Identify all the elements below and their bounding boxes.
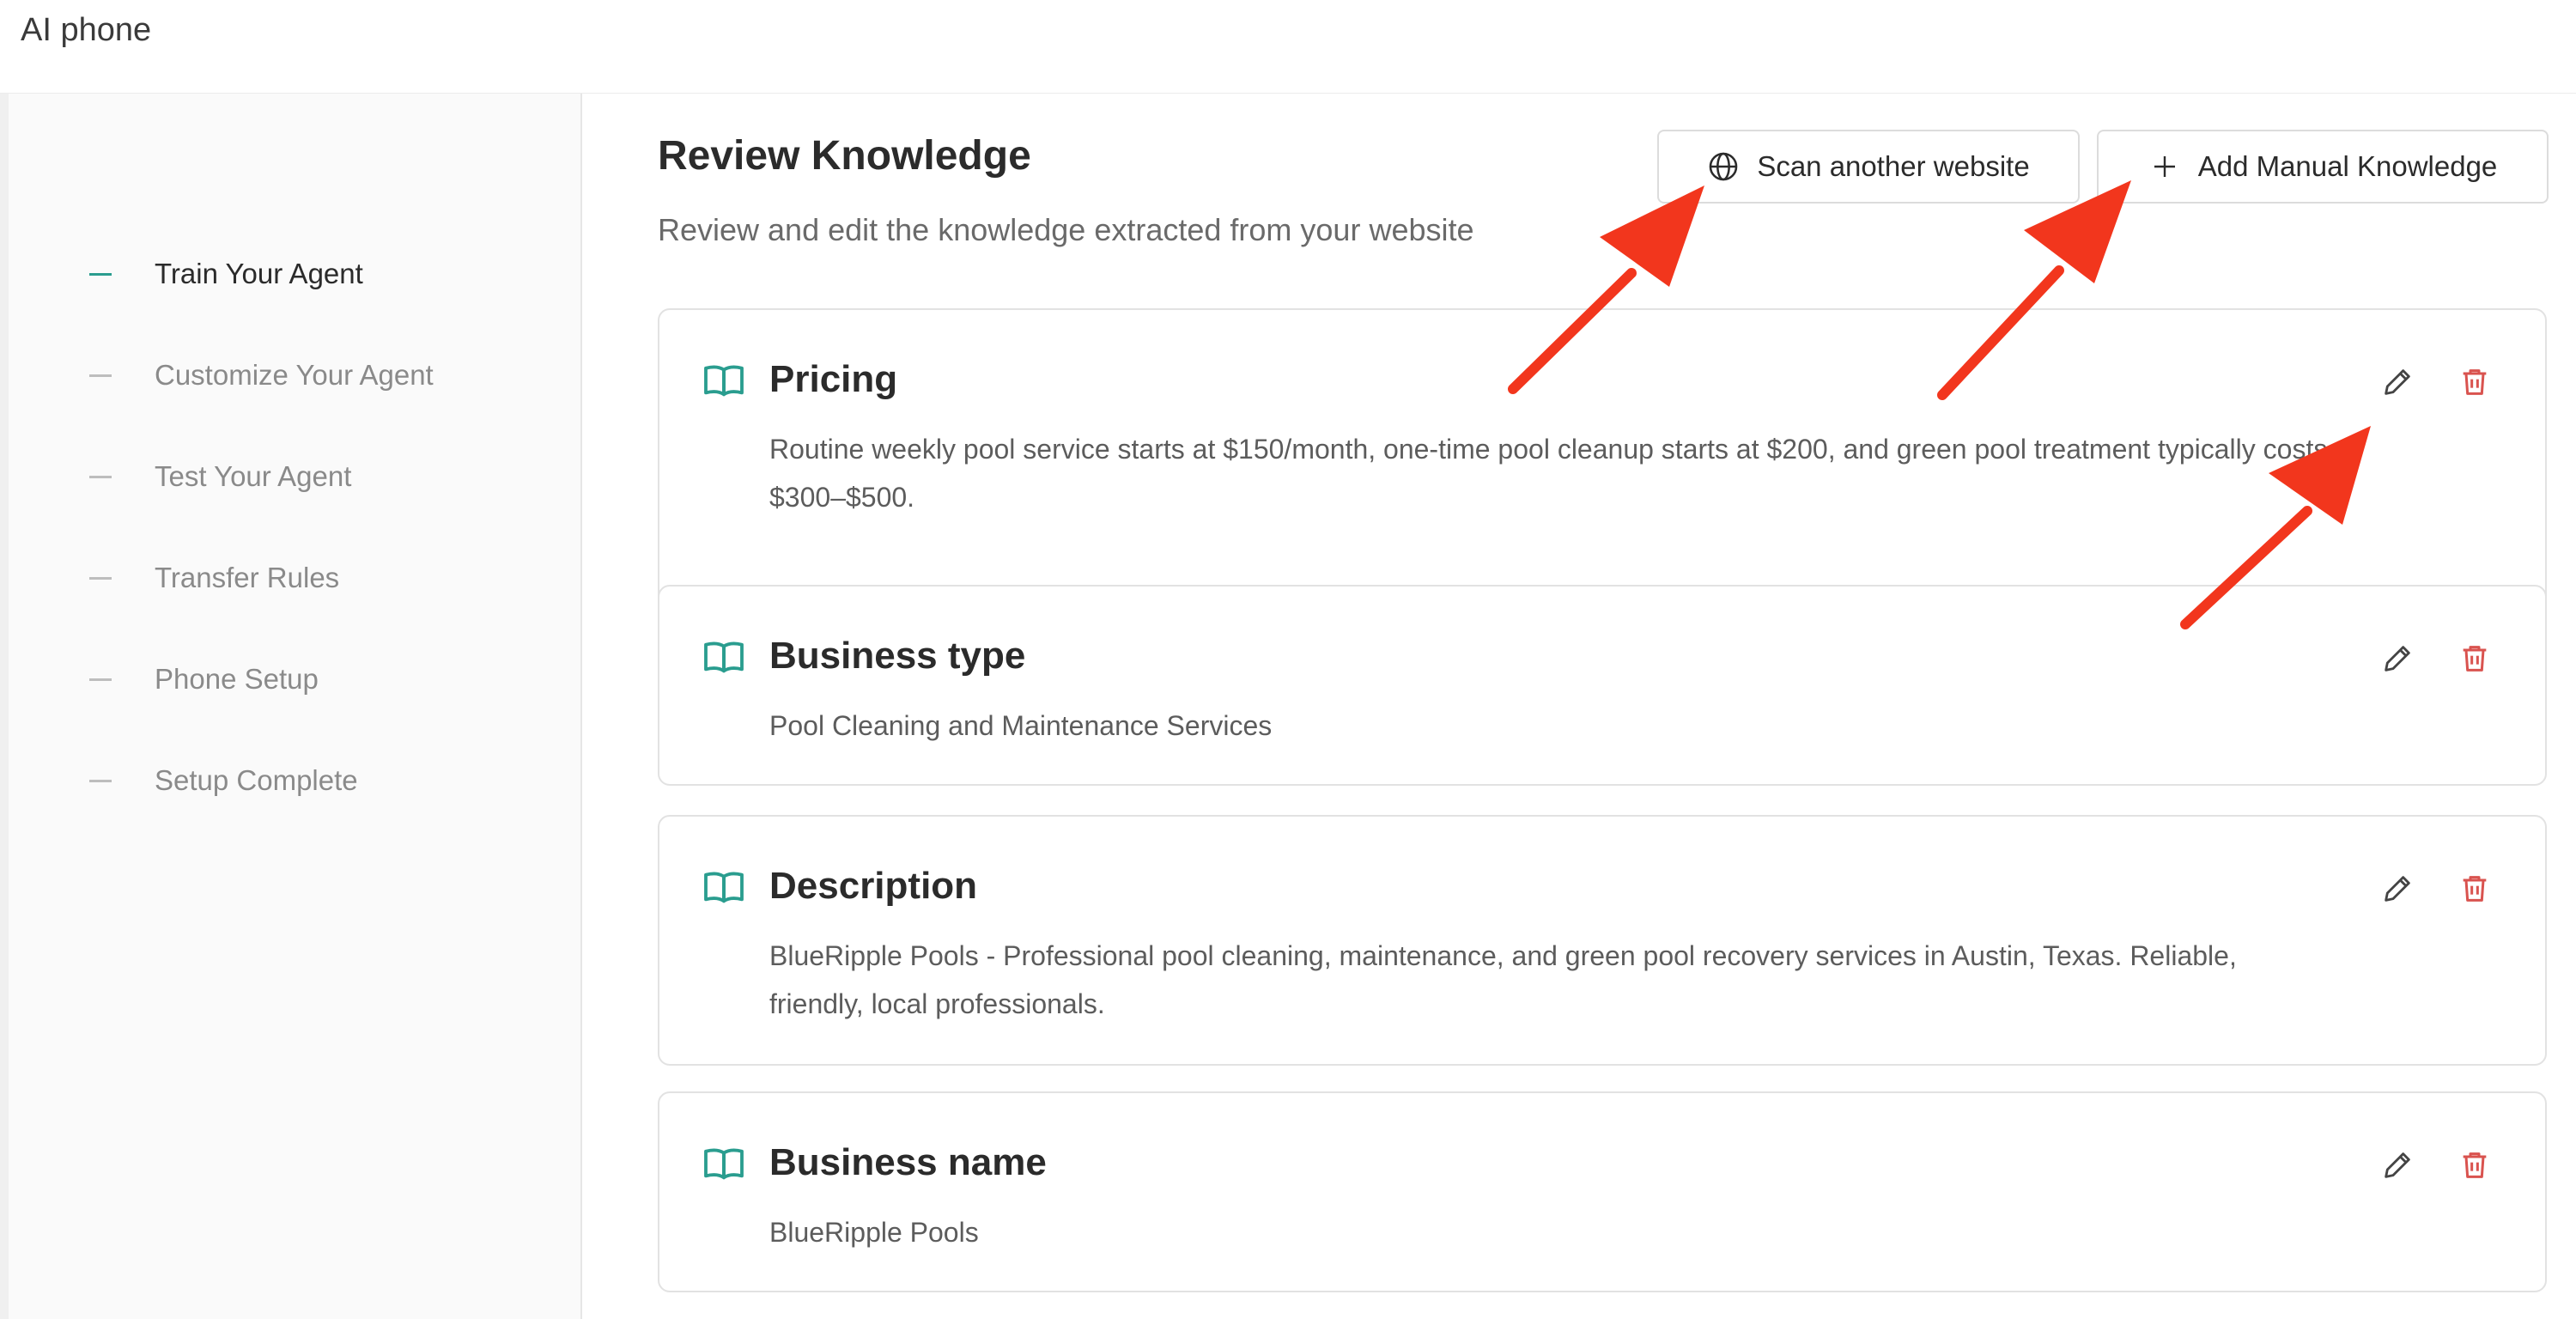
step-indicator: [89, 374, 112, 377]
step-phone-setup[interactable]: Phone Setup: [89, 658, 319, 701]
trash-icon[interactable]: [2458, 872, 2492, 906]
book-open-icon: [702, 1146, 745, 1182]
scan-another-website-button[interactable]: Scan another website: [1657, 130, 2080, 204]
top-bar: AI phone: [0, 0, 2576, 94]
globe-icon: [1707, 150, 1740, 183]
card-body: BlueRipple Pools - Professional pool cle…: [769, 940, 2237, 1019]
book-open-icon: [702, 640, 745, 676]
step-label: Transfer Rules: [155, 562, 340, 593]
step-indicator: [89, 475, 112, 478]
pencil-icon[interactable]: [2380, 641, 2415, 676]
plus-icon: [2148, 150, 2181, 183]
card-title: Pricing: [769, 358, 898, 400]
trash-icon[interactable]: [2458, 1148, 2492, 1182]
step-label: Train Your Agent: [155, 258, 363, 289]
step-indicator: [89, 272, 112, 276]
step-label: Setup Complete: [155, 764, 358, 796]
knowledge-card-business-type: Business type Pool Cleaning and Maintena…: [658, 585, 2547, 786]
step-label: Phone Setup: [155, 663, 319, 695]
knowledge-card-description: Description BlueRipple Pools - Professio…: [658, 815, 2547, 1066]
card-title: Description: [769, 865, 978, 907]
step-transfer-rules[interactable]: Transfer Rules: [89, 556, 339, 599]
step-label: Test Your Agent: [155, 460, 352, 492]
scan-button-label: Scan another website: [1757, 150, 2030, 182]
page-subtitle: Review and edit the knowledge extracted …: [658, 212, 1474, 247]
sidebar-edge: [0, 94, 9, 1319]
card-body: BlueRipple Pools: [769, 1217, 979, 1248]
pencil-icon[interactable]: [2380, 872, 2415, 906]
step-indicator: [89, 678, 112, 681]
trash-icon[interactable]: [2458, 365, 2492, 399]
step-indicator: [89, 779, 112, 782]
book-open-icon: [702, 870, 745, 906]
pencil-icon[interactable]: [2380, 365, 2415, 399]
trash-icon[interactable]: [2458, 641, 2492, 676]
app-title: AI phone: [21, 12, 152, 48]
card-body: Pool Cleaning and Maintenance Services: [769, 710, 1273, 741]
knowledge-card-business-name: Business name BlueRipple Pools: [658, 1091, 2547, 1292]
main-content: Review Knowledge Review and edit the kno…: [582, 94, 2576, 1319]
step-customize-your-agent[interactable]: Customize Your Agent: [89, 354, 434, 397]
sidebar: Train Your Agent Customize Your Agent Te…: [0, 94, 582, 1319]
step-test-your-agent[interactable]: Test Your Agent: [89, 455, 351, 498]
step-train-your-agent[interactable]: Train Your Agent: [89, 252, 363, 295]
step-label: Customize Your Agent: [155, 359, 434, 391]
step-setup-complete[interactable]: Setup Complete: [89, 759, 358, 802]
add-button-label: Add Manual Knowledge: [2197, 150, 2498, 182]
card-title: Business name: [769, 1141, 1047, 1183]
card-body: Routine weekly pool service starts at $1…: [769, 434, 2328, 513]
pencil-icon[interactable]: [2380, 1148, 2415, 1182]
add-manual-knowledge-button[interactable]: Add Manual Knowledge: [2097, 130, 2549, 204]
card-title: Business type: [769, 635, 1026, 677]
book-open-icon: [702, 363, 745, 399]
step-indicator: [89, 576, 112, 580]
page-title: Review Knowledge: [658, 133, 1031, 179]
